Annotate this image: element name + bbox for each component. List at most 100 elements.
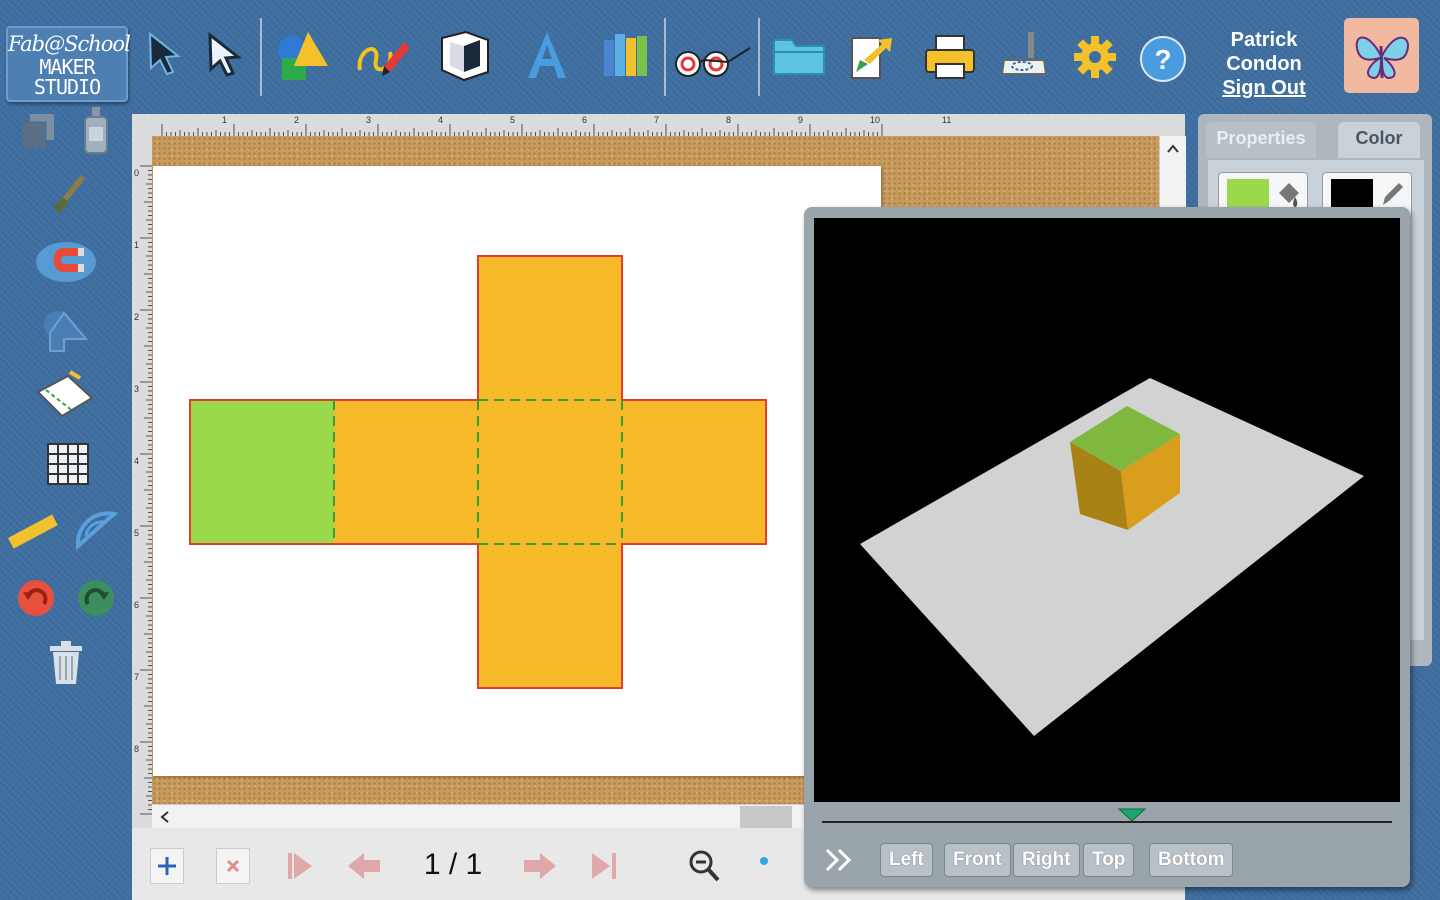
ruler-left-label: 8 <box>134 744 139 754</box>
ruler-top-label: 11 <box>942 115 951 125</box>
first-page-button[interactable] <box>282 846 318 886</box>
logo-line-2: MAKER STUDIO <box>33 55 101 99</box>
open-folder-icon[interactable] <box>770 30 828 80</box>
print-icon[interactable] <box>922 32 978 82</box>
help-icon[interactable]: ? <box>1138 34 1188 84</box>
net-face-left[interactable] <box>334 400 478 544</box>
net-face-center[interactable] <box>478 400 622 544</box>
ruler-left-label: 6 <box>134 600 139 610</box>
ruler-top-label: 6 <box>582 115 587 125</box>
ruler-top-label: 7 <box>654 115 659 125</box>
zoom-slider-handle[interactable] <box>760 857 768 865</box>
arrow-left-icon <box>348 853 380 879</box>
avatar[interactable] <box>1344 18 1419 93</box>
ruler-icon[interactable] <box>6 510 58 554</box>
net-face-right[interactable] <box>622 400 766 544</box>
rotation-slider-track[interactable] <box>822 821 1392 823</box>
ruler-left-label: 1 <box>134 240 139 250</box>
cube-net[interactable] <box>152 136 812 804</box>
ruler-left-label: 2 <box>134 312 139 322</box>
freehand-pen-icon[interactable] <box>354 30 412 82</box>
toolbar-separator <box>664 18 666 96</box>
user-last-name: Condon <box>1226 53 1302 75</box>
paint-bucket-icon <box>1279 183 1299 207</box>
app-logo: Fab@School MAKER STUDIO <box>6 26 131 102</box>
view-top-button[interactable]: Top <box>1083 843 1135 877</box>
direct-select-arrow-icon[interactable] <box>200 30 248 80</box>
last-page-icon <box>592 853 616 879</box>
logo-line-1: Fab@School <box>8 32 131 56</box>
ruler-left: 0 1 2 3 4 5 6 7 8 <box>132 136 153 828</box>
svg-text:?: ? <box>1154 44 1171 75</box>
first-page-icon <box>288 853 312 879</box>
magnet-icon[interactable] <box>34 236 98 284</box>
ruler-top-label: 2 <box>294 115 299 125</box>
view-bottom-button[interactable]: Bottom <box>1149 843 1234 877</box>
ruler-left-label: 0 <box>134 168 139 178</box>
sign-out-link[interactable]: Sign Out <box>1222 77 1305 99</box>
page-indicator: 1 / 1 <box>423 848 483 881</box>
3d-glasses-icon[interactable] <box>672 34 754 84</box>
ruler-left-label: 3 <box>134 384 139 394</box>
zoom-out-icon <box>689 850 720 882</box>
add-page-button[interactable] <box>150 848 184 884</box>
shape-outline-icon[interactable] <box>38 302 94 354</box>
glue-bottle-icon[interactable] <box>76 104 116 156</box>
3d-viewport[interactable] <box>814 218 1400 802</box>
scroll-left-icon[interactable] <box>152 805 178 829</box>
scroll-up-icon[interactable] <box>1160 136 1186 162</box>
last-page-button[interactable] <box>586 846 622 886</box>
horizontal-scroll-thumb[interactable] <box>740 806 792 828</box>
close-icon <box>226 859 240 873</box>
stamp-icon[interactable] <box>42 168 92 218</box>
fold-tab-icon[interactable] <box>34 368 96 424</box>
ruler-left-label: 4 <box>134 456 139 466</box>
tab-color[interactable]: Color <box>1338 122 1420 158</box>
zoom-out-button[interactable] <box>684 846 724 886</box>
net-face-accent[interactable] <box>190 400 334 544</box>
select-arrow-icon[interactable] <box>140 28 188 80</box>
net-face-top[interactable] <box>478 256 622 400</box>
toolbar-separator <box>260 18 262 96</box>
ruler-top-label: 10 <box>870 115 880 125</box>
toolbar-separator <box>758 18 760 96</box>
ruler-top-label: 1 <box>222 115 227 125</box>
ruler-top-label: 8 <box>726 115 731 125</box>
settings-gear-icon[interactable] <box>1070 32 1120 82</box>
protractor-icon[interactable] <box>72 506 120 554</box>
butterfly-icon <box>1355 36 1409 80</box>
ruler-top-label: 9 <box>798 115 803 125</box>
next-page-button[interactable] <box>520 846 560 886</box>
ruler-top: 1 2 3 4 5 6 7 8 9 10 11 <box>132 114 1185 137</box>
delete-page-button[interactable] <box>216 848 250 884</box>
user-info: Patrick Condon Sign Out <box>1208 28 1320 100</box>
ruler-left-label: 5 <box>134 528 139 538</box>
trash-icon[interactable] <box>44 638 88 688</box>
text-tool-icon[interactable] <box>520 28 574 82</box>
undo-icon[interactable] <box>14 576 58 620</box>
double-chevron-right-icon <box>825 848 852 872</box>
3d-object-icon[interactable] <box>436 26 494 84</box>
net-face-bottom[interactable] <box>478 544 622 688</box>
view-right-button[interactable]: Right <box>1013 843 1080 877</box>
library-books-icon[interactable] <box>598 28 654 80</box>
rotation-slider-handle[interactable] <box>1117 807 1147 823</box>
redo-icon[interactable] <box>74 576 118 620</box>
view-front-button[interactable]: Front <box>944 843 1011 877</box>
duplicate-icon[interactable] <box>18 110 58 154</box>
ruler-top-label: 4 <box>438 115 443 125</box>
tab-properties[interactable]: Properties <box>1206 122 1316 158</box>
view-left-button[interactable]: Left <box>880 843 933 877</box>
previous-page-button[interactable] <box>344 846 384 886</box>
arrow-right-icon <box>524 853 556 879</box>
import-export-icon[interactable] <box>846 30 904 82</box>
pencil-icon <box>1383 183 1403 205</box>
ruler-left-label: 7 <box>134 672 139 682</box>
ruler-top-label: 3 <box>366 115 371 125</box>
cut-machine-icon[interactable] <box>998 26 1052 82</box>
collapse-viewer-button[interactable] <box>820 842 860 878</box>
user-first-name: Patrick <box>1230 29 1298 51</box>
grid-icon[interactable] <box>44 440 92 488</box>
shapes-icon[interactable] <box>274 28 332 84</box>
plus-icon <box>158 857 176 875</box>
